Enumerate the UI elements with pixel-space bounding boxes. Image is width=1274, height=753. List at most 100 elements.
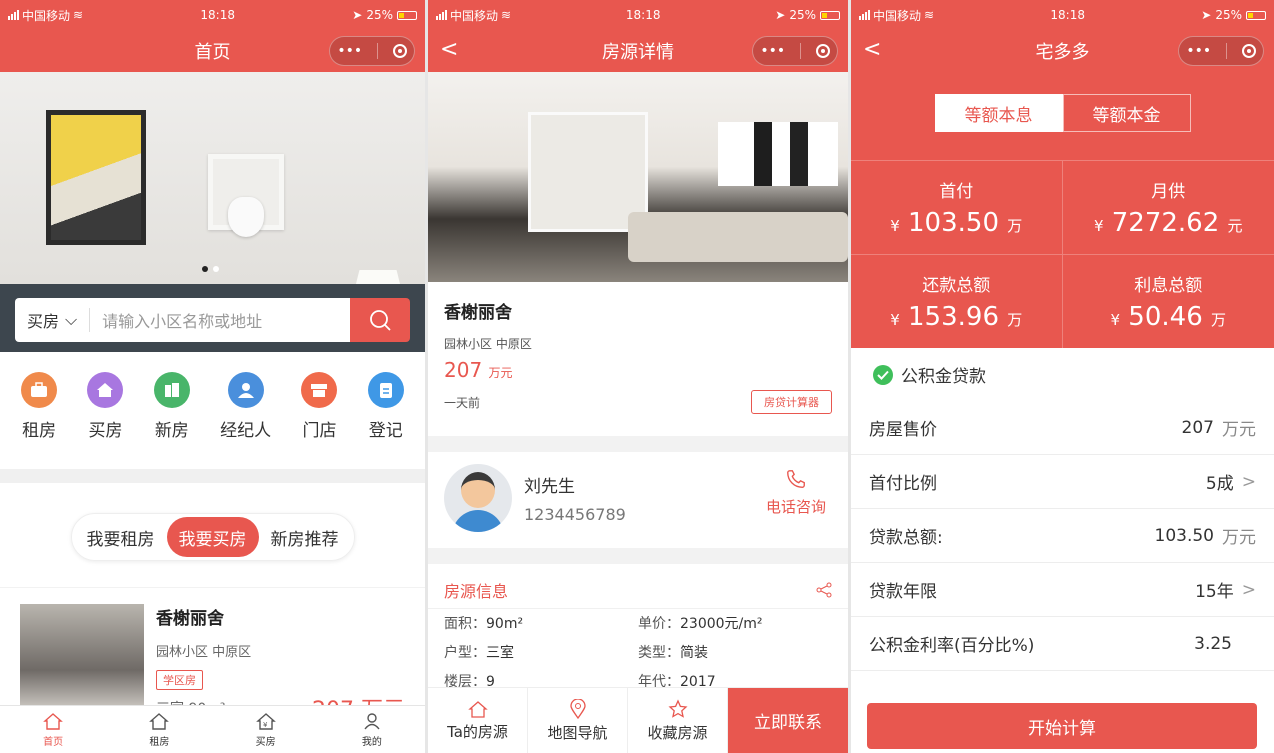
category-buy[interactable]: 买房 (87, 372, 124, 441)
miniprogram-capsule: ••• (1178, 36, 1264, 66)
search-input[interactable]: 请输入小区名称或地址 (90, 308, 262, 332)
category-store[interactable]: 门店 (301, 372, 338, 441)
house-photo[interactable] (428, 72, 848, 282)
check-icon (873, 364, 893, 385)
house-price: 207 万元 (444, 358, 513, 382)
form-row-down-ratio[interactable]: 首付比例 5成 > (851, 455, 1274, 509)
tab-equal-principal[interactable]: 等额本金 (1062, 94, 1191, 132)
more-icon[interactable]: ••• (337, 43, 362, 59)
more-icon[interactable]: ••• (1186, 43, 1211, 59)
banner-poster (46, 110, 146, 245)
tab-equal-installment[interactable]: 等额本息 (934, 94, 1063, 132)
house-outline-icon (467, 700, 488, 718)
listing-tabs: 我要租房 我要买房 新房推荐 (0, 513, 425, 561)
miniprogram-capsule: ••• (752, 36, 838, 66)
start-calculate-button[interactable]: 开始计算 (867, 703, 1257, 749)
contact-now-button[interactable]: 立即联系 (728, 688, 848, 753)
search-button[interactable] (350, 298, 410, 342)
more-icon[interactable]: ••• (760, 43, 785, 59)
chevron-right-icon: > (1241, 579, 1256, 600)
location-icon: ➤ (352, 8, 363, 22)
rent-house-icon (149, 712, 170, 730)
total-interest-stat: 利息总额 ¥ 50.46 万 (1062, 254, 1274, 348)
clock: 18:18 (200, 8, 235, 22)
close-target-icon[interactable] (1241, 44, 1256, 58)
carousel-dots[interactable] (202, 266, 219, 272)
form-row-rate[interactable]: 公积金利率(百分比%) 3.25 (851, 617, 1274, 671)
tabbar-mine[interactable]: 我的 (319, 706, 425, 753)
banner-deer (228, 197, 264, 237)
miniprogram-capsule: ••• (329, 36, 415, 66)
detail-screen: 中国移动 ≋ 18:18 ➤ 25% < 房源详情 ••• 香榭丽舍 园林小区 中原… (428, 0, 848, 753)
nav-bar: < 房源详情 ••• (428, 30, 848, 72)
agent-name: 刘先生 (524, 477, 575, 497)
banner-lamp (349, 270, 407, 284)
info-header: 房源信息 (428, 564, 848, 609)
category-icons: 租房 买房 新房 经纪人 门店 登记 (0, 352, 425, 455)
home-icon (43, 712, 63, 730)
map-nav-button[interactable]: 地图导航 (528, 688, 628, 753)
category-agent[interactable]: 经纪人 (220, 372, 271, 441)
agent-card: 刘先生 1234456789 电话咨询 (428, 452, 848, 544)
store-icon (301, 372, 338, 408)
status-bar: 中国移动 ≋ 18:18 ➤ 25% (851, 0, 1274, 30)
favorite-button[interactable]: 收藏房源 (628, 688, 728, 753)
list-item[interactable]: 香榭丽舍 园林小区 中原区 学区房 三室 90m² 207 万元 (0, 587, 425, 723)
info-grid: 面积：90m² 单价：23000元/m² 户型：三室 类型：简装 楼层：9 年代… (428, 609, 848, 691)
provident-fund-option[interactable]: 公积金贷款 (851, 348, 1274, 401)
banner-carousel[interactable] (0, 72, 425, 284)
back-icon[interactable]: < (440, 39, 458, 61)
info-unit-price: 单价：23000元/m² (638, 616, 763, 632)
back-icon[interactable]: < (863, 39, 881, 61)
info-layout: 户型：三室 (444, 645, 514, 661)
phone-icon (787, 470, 805, 488)
status-bar: 中国移动 ≋ 18:18 ➤ 25% (428, 0, 848, 30)
chevron-right-icon: > (1241, 471, 1256, 492)
tab-buy[interactable]: 我要买房 (166, 517, 259, 557)
category-new[interactable]: 新房 (153, 372, 190, 441)
down-payment-stat: 首付 ¥ 103.50 万 (851, 160, 1063, 254)
tabbar-rent[interactable]: 租房 (106, 706, 212, 753)
building-icon (153, 372, 190, 408)
location-icon: ➤ (775, 8, 786, 22)
battery-icon (820, 10, 840, 20)
form-row-price[interactable]: 房屋售价 207 万元 (851, 401, 1274, 455)
close-target-icon[interactable] (815, 44, 830, 58)
suitcase-icon (21, 372, 58, 408)
home-screen: 中国移动 ≋ 18:18 ➤ 25% 首页 ••• 买房 ⌵ 请输入小区名称或地址 租… (0, 0, 425, 753)
search-type-select[interactable]: 买房 ⌵ (15, 308, 91, 332)
chevron-down-icon: ⌵ (65, 310, 78, 329)
battery-icon (397, 10, 417, 20)
nav-bar: 首页 ••• (0, 30, 425, 72)
svg-text:¥: ¥ (263, 721, 268, 729)
result-grid: 首付 ¥ 103.50 万 月供 ¥ 7272.62 元 还款总额 ¥ 153.96 … (851, 160, 1274, 348)
avatar (444, 464, 512, 532)
tab-rent[interactable]: 我要租房 (75, 517, 167, 557)
listing-location: 园林小区 中原区 (156, 645, 252, 660)
wifi-icon: ≋ (73, 8, 84, 22)
clipboard-icon (367, 372, 404, 408)
share-icon[interactable] (816, 582, 832, 598)
calculator-screen: 中国移动 ≋ 18:18 ➤ 25% < 宅多多 ••• 等额本息 等额本金 首付 ¥… (851, 0, 1274, 753)
tabbar-buy[interactable]: ¥ 买房 (213, 706, 319, 753)
tabbar-home[interactable]: 首页 (0, 706, 106, 753)
agent-listings-button[interactable]: Ta的房源 (428, 688, 528, 753)
form-row-loan-years[interactable]: 贷款年限 15年 > (851, 563, 1274, 617)
person-icon (227, 372, 264, 408)
tab-new[interactable]: 新房推荐 (259, 517, 351, 557)
form-row-loan-total[interactable]: 贷款总额: 103.50 万元 (851, 509, 1274, 563)
listing-tag: 学区房 (156, 670, 203, 690)
battery-icon (1246, 10, 1266, 20)
carrier: 中国移动 (22, 8, 71, 23)
page-title: 宅多多 (1035, 42, 1090, 63)
signal-icon (8, 10, 19, 20)
category-rent[interactable]: 租房 (21, 372, 58, 441)
repayment-mode-toggle: 等额本息 等额本金 (851, 72, 1274, 160)
loan-calculator-button[interactable]: 房贷计算器 (751, 390, 832, 414)
page-title: 房源详情 (602, 42, 674, 63)
close-target-icon[interactable] (392, 44, 407, 58)
call-button[interactable]: 电话咨询 (766, 468, 826, 517)
search-bar: 买房 ⌵ 请输入小区名称或地址 (0, 284, 425, 352)
category-register[interactable]: 登记 (367, 372, 404, 441)
yen-house-icon: ¥ (255, 712, 276, 730)
